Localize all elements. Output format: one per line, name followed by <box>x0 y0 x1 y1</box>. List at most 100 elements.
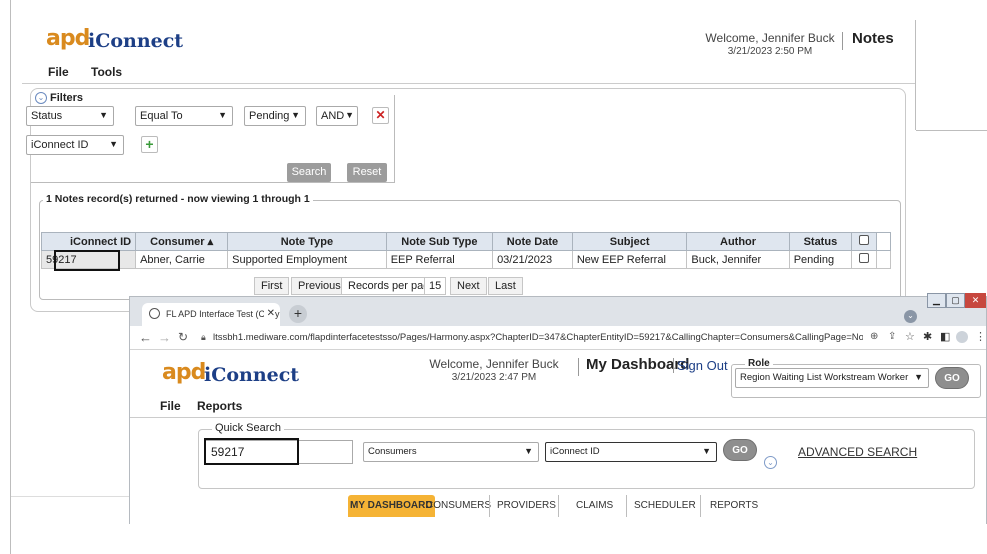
tab-favicon-icon <box>149 308 160 319</box>
back-icon[interactable]: ← <box>139 330 152 345</box>
window-controls: ▁ ▢ ✕ <box>927 293 986 308</box>
right-horizontal-line <box>916 130 987 131</box>
header-note-date[interactable]: Note Date <box>492 232 573 251</box>
cell-empty <box>875 250 892 269</box>
share-icon[interactable]: ⇪ <box>888 331 896 342</box>
left-border-line <box>10 0 11 554</box>
tab-close-icon[interactable]: ✕ <box>263 308 275 319</box>
role-select[interactable]: Region Waiting List Workstream Worker ▼ <box>735 368 929 388</box>
reset-button[interactable]: Reset <box>347 163 387 182</box>
quick-search-type-select[interactable]: Consumers ▼ <box>363 442 539 462</box>
welcome-block: Welcome, Jennifer Buck 3/21/2023 2:50 PM <box>700 31 840 57</box>
select-all-checkbox[interactable] <box>858 235 869 245</box>
dashboard-logo-text: iConnect <box>204 364 300 386</box>
filter-value-select[interactable]: Pending ▼ <box>244 106 306 126</box>
datetime-text: 3/21/2023 2:50 PM <box>727 46 813 57</box>
pager-next[interactable]: Next <box>450 277 487 295</box>
address-bar: ← → ↻ 🔒︎ ltssbh1.mediware.com/flapdinter… <box>130 326 986 350</box>
sidepanel-icon[interactable]: ◧ <box>940 330 950 343</box>
nav-reports[interactable]: REPORTS <box>710 495 758 517</box>
filter-conjunction-select[interactable]: AND ▼ <box>316 106 358 126</box>
bookmark-star-icon[interactable]: ☆ <box>905 330 915 343</box>
maximize-button[interactable]: ▢ <box>946 293 965 308</box>
filter-second-field-select[interactable]: iConnect ID ▼ <box>26 135 124 155</box>
filter-field-select[interactable]: Status ▼ <box>26 106 114 126</box>
nav-providers[interactable]: PROVIDERS <box>497 495 556 517</box>
nav-sep-4 <box>700 495 701 517</box>
extensions-icon[interactable]: ✱ <box>923 330 932 343</box>
highlight-box-table-id <box>54 250 120 271</box>
row-checkbox[interactable] <box>858 253 869 263</box>
header-note-type[interactable]: Note Type <box>227 232 387 251</box>
dashboard-page: apd iConnect Welcome, Jennifer Buck 3/21… <box>130 350 986 524</box>
highlight-box-quick-search <box>204 438 299 465</box>
cell-consumer: Abner, Carrie <box>135 250 229 269</box>
results-legend: 1 Notes record(s) returned - now viewing… <box>43 193 313 205</box>
header-status[interactable]: Status <box>788 232 853 251</box>
forward-icon[interactable]: → <box>158 330 171 345</box>
lock-icon: 🔒︎ <box>201 332 206 342</box>
dashboard-menu-file[interactable]: File <box>160 399 181 413</box>
cell-note-type: Supported Employment <box>227 250 387 269</box>
table-row[interactable]: 59217 Abner, Carrie Supported Employment… <box>40 250 892 269</box>
more-menu-icon[interactable]: ⋮ <box>975 330 986 343</box>
remove-filter-icon[interactable]: ✕ <box>372 107 389 124</box>
nav-sep-2 <box>558 495 559 517</box>
welcome-text: Welcome, Jennifer Buck <box>705 31 835 45</box>
table-header-row: iConnect ID Consumer ▴ Note Type Note Su… <box>40 232 892 251</box>
filter-operator-select[interactable]: Equal To ▼ <box>135 106 233 126</box>
menu-tools[interactable]: Tools <box>91 65 122 79</box>
minimize-button[interactable]: ▁ <box>927 293 946 308</box>
url-text[interactable]: ltssbh1.mediware.com/flapdinterfacetests… <box>213 332 863 343</box>
filters-legend: Filters <box>50 92 87 104</box>
notes-table: iConnect ID Consumer ▴ Note Type Note Su… <box>40 232 892 269</box>
menu-file[interactable]: File <box>48 65 69 79</box>
dashboard-datetime: 3/21/2023 2:47 PM <box>451 372 537 383</box>
close-window-button[interactable]: ✕ <box>965 293 986 308</box>
expand-search-icon[interactable]: ⌄ <box>764 456 777 469</box>
right-border-line <box>915 20 916 130</box>
dashboard-logo-mark: apd <box>162 360 206 385</box>
browser-window: FL APD Interface Test (Copy of Pl ✕ + ⌄ … <box>129 293 987 524</box>
tab-search-icon[interactable]: ⌄ <box>904 310 917 323</box>
nav-claims[interactable]: CLAIMS <box>576 495 613 517</box>
zoom-icon[interactable]: ⊕ <box>870 331 878 342</box>
cell-status: Pending <box>788 250 853 269</box>
header-author[interactable]: Author <box>686 232 790 251</box>
dashboard-menu-reports[interactable]: Reports <box>197 399 242 413</box>
logo-text: iConnect <box>88 30 184 52</box>
cell-row-select <box>851 250 877 269</box>
quick-search-field-select[interactable]: iConnect ID ▼ <box>545 442 717 462</box>
sign-out-link[interactable]: Sign Out <box>673 358 728 373</box>
pager-previous[interactable]: Previous <box>291 277 348 295</box>
header-subject[interactable]: Subject <box>571 232 688 251</box>
quick-search-go-button[interactable]: GO <box>723 439 757 461</box>
nav-scheduler[interactable]: SCHEDULER <box>634 495 696 517</box>
nav-sep-3 <box>626 495 627 517</box>
nav-consumers[interactable]: CONSUMERS <box>426 495 491 517</box>
pager-last[interactable]: Last <box>488 277 523 295</box>
dashboard-title-separator <box>578 358 579 376</box>
search-button[interactable]: Search <box>287 163 331 182</box>
add-filter-icon[interactable]: + <box>141 136 158 153</box>
dashboard-welcome-block: Welcome, Jennifer Buck 3/21/2023 2:47 PM <box>414 357 574 383</box>
title-separator <box>842 32 843 50</box>
cell-subject: New EEP Referral <box>571 250 688 269</box>
quick-search-legend: Quick Search <box>212 422 285 434</box>
nav-my-dashboard[interactable]: MY DASHBOARD <box>348 495 435 517</box>
reload-icon[interactable]: ↻ <box>178 330 188 344</box>
role-go-button[interactable]: GO <box>935 367 969 389</box>
profile-icon[interactable] <box>956 331 968 343</box>
filters-toggle-icon[interactable]: ⌄ <box>35 92 47 104</box>
advanced-search-link[interactable]: ADVANCED SEARCH <box>798 445 917 459</box>
browser-tab[interactable]: FL APD Interface Test (Copy of Pl ✕ <box>142 303 280 326</box>
pager-per-page-input[interactable]: 15 <box>424 277 446 295</box>
dashboard-welcome-text: Welcome, Jennifer Buck <box>429 357 559 371</box>
header-consumer[interactable]: Consumer ▴ <box>135 232 229 251</box>
bottom-divider <box>11 496 130 497</box>
new-tab-button[interactable]: + <box>289 305 307 323</box>
pager-first[interactable]: First <box>254 277 290 295</box>
cell-note-sub-type: EEP Referral <box>385 250 494 269</box>
header-iconnect-id[interactable]: iConnect ID <box>40 232 137 251</box>
header-note-sub-type[interactable]: Note Sub Type <box>385 232 494 251</box>
